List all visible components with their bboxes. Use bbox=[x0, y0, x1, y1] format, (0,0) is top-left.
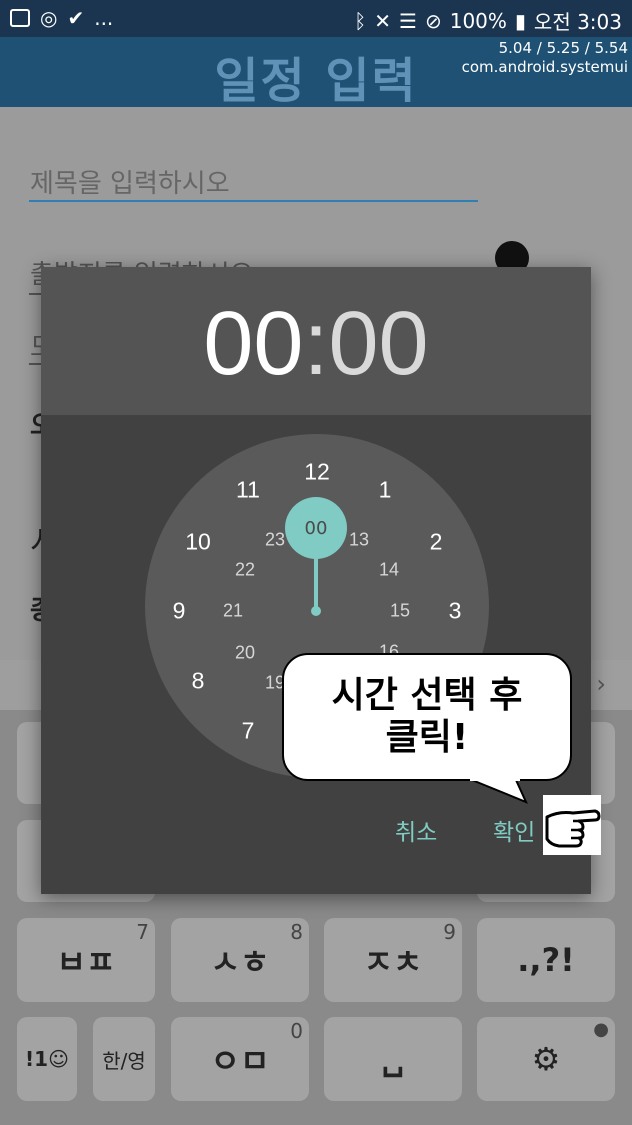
key-label: 한/영 bbox=[102, 1048, 146, 1073]
hour-12[interactable]: 12 bbox=[304, 459, 330, 486]
status-right-icons: ᛒ ✕ ☰ ⊘ 100% ▮ 오전 3:03 bbox=[354, 6, 622, 35]
key-bp[interactable]: ㅂㅍ 7 bbox=[17, 918, 155, 1002]
status-bar: ◎ ✔ ... ᛒ ✕ ☰ ⊘ 100% ▮ 오전 3:03 bbox=[0, 0, 632, 37]
time-picker-header: 00:00 bbox=[41, 267, 591, 415]
hour-2[interactable]: 2 bbox=[430, 529, 443, 556]
gear-icon: ⚙ bbox=[531, 1040, 561, 1078]
key-label: ㅅㅎ bbox=[210, 943, 270, 981]
hour-13[interactable]: 13 bbox=[349, 530, 369, 551]
more-notifications: ... bbox=[94, 6, 114, 30]
cancel-button[interactable]: 취소 bbox=[395, 813, 437, 847]
departure-underline bbox=[29, 293, 41, 295]
key-label: ㅇㅁ bbox=[210, 1042, 270, 1080]
hour-display[interactable]: 00 bbox=[203, 294, 303, 394]
key-hint: 9 bbox=[443, 920, 456, 944]
hour-8[interactable]: 8 bbox=[192, 668, 205, 695]
clock-center-dot bbox=[311, 606, 321, 616]
key-space[interactable]: ␣ bbox=[324, 1017, 462, 1101]
mute-icon: ✕ bbox=[374, 8, 392, 33]
title-input[interactable]: 제목을 입력하시오 bbox=[30, 163, 230, 200]
title-input-underline bbox=[29, 200, 478, 202]
battery-percent: 100% bbox=[449, 8, 507, 33]
app-bar: 일정 입력 5.04 / 5.25 / 5.54 com.android.sys… bbox=[0, 37, 632, 109]
hour-7[interactable]: 7 bbox=[242, 718, 255, 745]
key-hint: 0 bbox=[290, 1019, 303, 1043]
hour-20[interactable]: 20 bbox=[235, 643, 255, 664]
key-punct[interactable]: .,?! bbox=[477, 918, 615, 1002]
chevron-right-icon[interactable]: › bbox=[596, 670, 606, 698]
key-sh[interactable]: ㅅㅎ 8 bbox=[171, 918, 309, 1002]
load-average: 5.04 / 5.25 / 5.54 bbox=[498, 39, 628, 57]
tutorial-callout: 시간 선택 후 클릭! bbox=[282, 653, 572, 781]
pointing-hand-icon bbox=[543, 795, 601, 855]
key-jch[interactable]: ㅈㅊ 9 bbox=[324, 918, 462, 1002]
hour-15[interactable]: 15 bbox=[390, 601, 410, 622]
callout-line1: 시간 선택 후 bbox=[331, 675, 523, 716]
hour-3[interactable]: 3 bbox=[449, 598, 462, 625]
selected-hour-indicator[interactable]: 00 bbox=[285, 497, 347, 559]
battery-icon: ▮ bbox=[514, 8, 526, 33]
key-hint: 8 bbox=[290, 920, 303, 944]
key-symbols[interactable]: !1☺ bbox=[17, 1017, 77, 1101]
destination-underline bbox=[29, 363, 41, 365]
do-not-disturb-icon: ⊘ bbox=[424, 8, 442, 33]
status-left-icons: ◎ ✔ ... bbox=[10, 6, 113, 30]
key-lang-switch[interactable]: 한/영 bbox=[93, 1017, 155, 1101]
hour-14[interactable]: 14 bbox=[379, 560, 399, 581]
hour-1[interactable]: 1 bbox=[379, 477, 392, 504]
callout-tail bbox=[470, 770, 528, 804]
sync-icon: ◎ bbox=[40, 6, 58, 30]
key-label: ␣ bbox=[381, 1040, 405, 1078]
callout-line2: 클릭! bbox=[385, 717, 469, 758]
clock: 오전 3:03 bbox=[533, 10, 622, 34]
hour-9[interactable]: 9 bbox=[173, 598, 186, 625]
hour-10[interactable]: 10 bbox=[185, 529, 211, 556]
gallery-icon bbox=[10, 9, 30, 27]
selected-hour-label: 00 bbox=[304, 517, 328, 539]
hour-22[interactable]: 22 bbox=[235, 560, 255, 581]
key-hint: 7 bbox=[136, 920, 149, 944]
hour-11[interactable]: 11 bbox=[236, 477, 260, 504]
bluetooth-icon: ᛒ bbox=[354, 8, 367, 33]
minute-display[interactable]: 00 bbox=[329, 294, 429, 394]
key-label: .,?! bbox=[517, 941, 575, 979]
mic-icon: ● bbox=[593, 1019, 609, 1040]
key-om[interactable]: ㅇㅁ 0 bbox=[171, 1017, 309, 1101]
key-settings[interactable]: ⚙ ● bbox=[477, 1017, 615, 1101]
ok-button[interactable]: 확인 bbox=[493, 813, 535, 847]
key-label: ㅈㅊ bbox=[363, 943, 423, 981]
hour-23[interactable]: 23 bbox=[265, 530, 285, 551]
time-separator: : bbox=[303, 294, 329, 394]
check-icon: ✔ bbox=[67, 6, 85, 30]
wifi-icon: ☰ bbox=[399, 8, 417, 33]
time-display: 00:00 bbox=[41, 293, 591, 396]
hour-21[interactable]: 21 bbox=[223, 601, 243, 622]
key-label: ㅂㅍ bbox=[56, 943, 116, 981]
key-label: !1☺ bbox=[25, 1047, 69, 1071]
system-overlay-info: 5.04 / 5.25 / 5.54 com.android.systemui bbox=[462, 39, 628, 77]
foreground-package: com.android.systemui bbox=[461, 58, 628, 76]
